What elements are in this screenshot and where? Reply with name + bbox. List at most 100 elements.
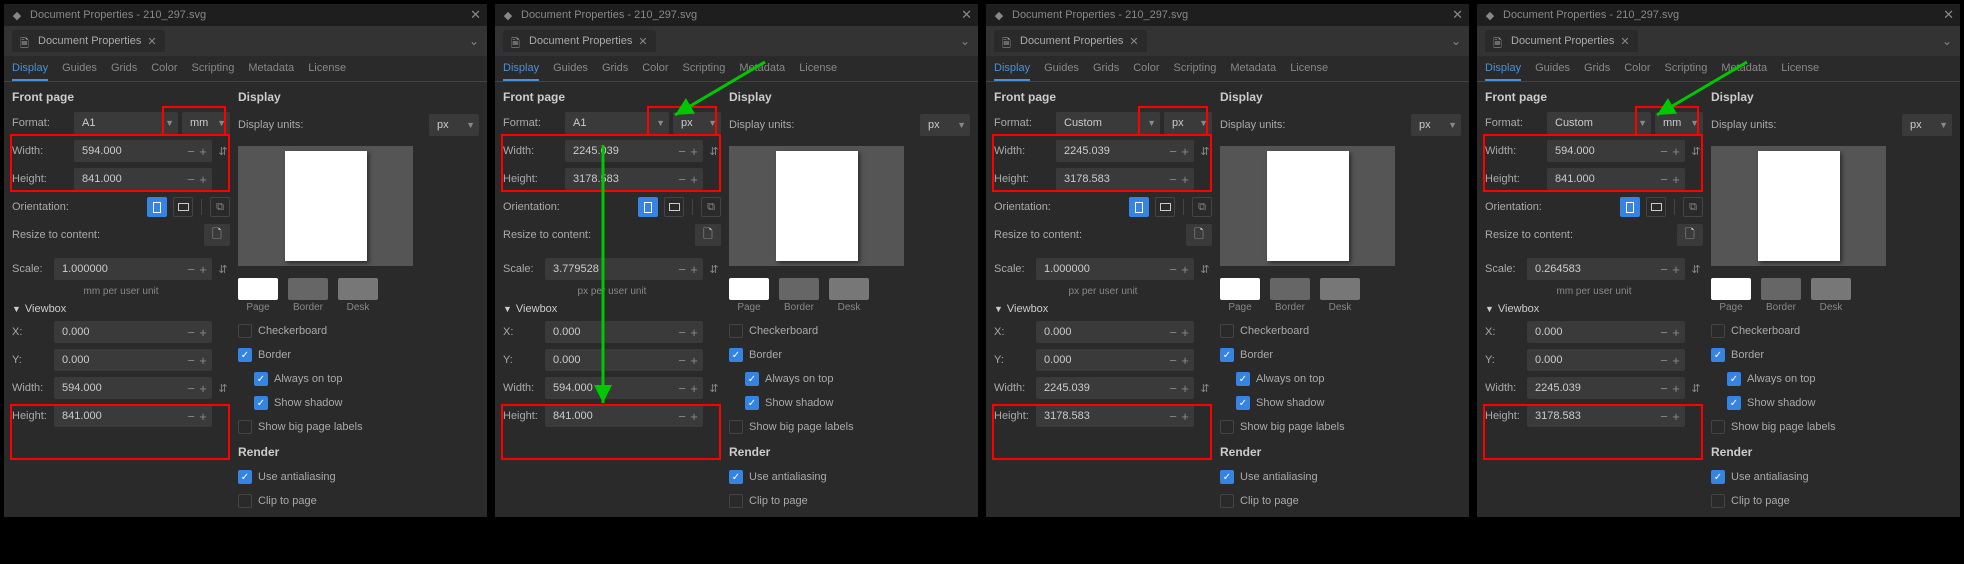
lock-icon[interactable]: ⇵ — [216, 382, 230, 395]
tab-close-icon[interactable]: ✕ — [638, 35, 647, 48]
minus-icon[interactable]: − — [1659, 325, 1669, 340]
tab-grids[interactable]: Grids — [1093, 57, 1119, 81]
minus-icon[interactable]: − — [677, 381, 687, 396]
chevron-down-icon[interactable]: ⌄ — [1451, 34, 1461, 48]
tab-metadata[interactable]: Metadata — [248, 57, 294, 81]
plus-icon[interactable]: + — [198, 325, 208, 340]
tab-guides[interactable]: Guides — [62, 57, 97, 81]
height-input[interactable]: 3178.583−+ — [1056, 168, 1194, 190]
lock-icon[interactable]: ⇵ — [1689, 382, 1703, 395]
orientation-portrait-button[interactable] — [147, 197, 167, 217]
page-color-swatch[interactable] — [238, 278, 278, 300]
plus-icon[interactable]: + — [1671, 381, 1681, 396]
viewbox-width-input[interactable]: 2245.039−+ — [1036, 377, 1194, 399]
border-checkbox[interactable]: ✓ — [729, 348, 743, 362]
chevron-down-icon[interactable]: ⌄ — [469, 34, 479, 48]
minus-icon[interactable]: − — [186, 353, 196, 368]
tab-license[interactable]: License — [799, 57, 837, 81]
viewbox-width-input[interactable]: 594.000−+ — [545, 377, 703, 399]
show-shadow-checkbox[interactable]: ✓ — [745, 396, 759, 410]
viewbox-x-input[interactable]: 0.000−+ — [1527, 321, 1685, 343]
orientation-pages-button[interactable]: ⧉ — [1192, 197, 1212, 217]
checkerboard-checkbox[interactable] — [729, 324, 743, 338]
viewbox-height-input[interactable]: 841.000−+ — [545, 405, 703, 427]
plus-icon[interactable]: + — [689, 353, 699, 368]
minus-icon[interactable]: − — [1168, 172, 1178, 187]
viewbox-header[interactable]: ▼Viewbox — [1485, 303, 1703, 315]
orientation-landscape-button[interactable] — [1646, 197, 1666, 217]
plus-icon[interactable]: + — [198, 409, 208, 424]
show-shadow-checkbox[interactable]: ✓ — [1236, 396, 1250, 410]
plus-icon[interactable]: + — [1180, 353, 1190, 368]
scale-input[interactable]: 1.000000−+ — [1036, 258, 1194, 280]
page-unit-dropdown[interactable]: px▼ — [673, 112, 721, 134]
minus-icon[interactable]: − — [677, 353, 687, 368]
plus-icon[interactable]: + — [1180, 262, 1190, 277]
tab-metadata[interactable]: Metadata — [739, 57, 785, 81]
tab-guides[interactable]: Guides — [1535, 57, 1570, 81]
viewbox-width-input[interactable]: 2245.039−+ — [1527, 377, 1685, 399]
orientation-landscape-button[interactable] — [664, 197, 684, 217]
tab-grids[interactable]: Grids — [111, 57, 137, 81]
chevron-down-icon[interactable]: ⌄ — [1942, 34, 1952, 48]
plus-icon[interactable]: + — [198, 172, 208, 187]
lock-icon[interactable]: ⇵ — [216, 263, 230, 276]
desk-color-swatch[interactable] — [1811, 278, 1851, 300]
always-on-top-checkbox[interactable]: ✓ — [1727, 372, 1741, 386]
border-color-swatch[interactable] — [779, 278, 819, 300]
desk-color-swatch[interactable] — [1320, 278, 1360, 300]
tab-display[interactable]: Display — [994, 57, 1030, 81]
lock-icon[interactable]: ⇵ — [707, 263, 721, 276]
show-big-page-labels-checkbox[interactable] — [1220, 420, 1234, 434]
minus-icon[interactable]: − — [1659, 262, 1669, 277]
lock-icon[interactable]: ⇵ — [1198, 145, 1212, 158]
minus-icon[interactable]: − — [1659, 172, 1669, 187]
checkerboard-checkbox[interactable] — [1220, 324, 1234, 338]
minus-icon[interactable]: − — [1659, 353, 1669, 368]
tab-scripting[interactable]: Scripting — [192, 57, 235, 81]
plus-icon[interactable]: + — [198, 353, 208, 368]
show-shadow-checkbox[interactable]: ✓ — [254, 396, 268, 410]
plus-icon[interactable]: + — [1180, 381, 1190, 396]
minus-icon[interactable]: − — [1168, 325, 1178, 340]
plus-icon[interactable]: + — [1180, 172, 1190, 187]
format-dropdown[interactable]: Custom▼ — [1056, 112, 1160, 134]
minus-icon[interactable]: − — [186, 172, 196, 187]
plus-icon[interactable]: + — [198, 144, 208, 159]
page-unit-dropdown[interactable]: px▼ — [1164, 112, 1212, 134]
resize-to-content-button[interactable]: 🗋 — [1186, 224, 1212, 246]
plus-icon[interactable]: + — [1180, 409, 1190, 424]
tab-metadata[interactable]: Metadata — [1230, 57, 1276, 81]
viewbox-height-input[interactable]: 841.000 −+ — [54, 405, 212, 427]
tab-color[interactable]: Color — [151, 57, 177, 81]
width-input[interactable]: 594.000−+ — [1547, 140, 1685, 162]
dock-tab-document-properties[interactable]: 🗎 Document Properties ✕ — [1485, 30, 1638, 52]
plus-icon[interactable]: + — [1671, 262, 1681, 277]
minus-icon[interactable]: − — [1168, 144, 1178, 159]
orientation-pages-button[interactable]: ⧉ — [701, 197, 721, 217]
page-unit-dropdown[interactable]: mm ▼ — [182, 112, 230, 134]
desk-color-swatch[interactable] — [338, 278, 378, 300]
scale-input[interactable]: 0.264583−+ — [1527, 258, 1685, 280]
tab-scripting[interactable]: Scripting — [683, 57, 726, 81]
tab-license[interactable]: License — [308, 57, 346, 81]
viewbox-height-input[interactable]: 3178.583−+ — [1527, 405, 1685, 427]
width-input[interactable]: 2245.039−+ — [1056, 140, 1194, 162]
use-antialiasing-checkbox[interactable]: ✓ — [238, 470, 252, 484]
lock-icon[interactable]: ⇵ — [1689, 145, 1703, 158]
display-units-dropdown[interactable]: px▼ — [1902, 114, 1952, 136]
plus-icon[interactable]: + — [689, 409, 699, 424]
plus-icon[interactable]: + — [689, 262, 699, 277]
format-dropdown[interactable]: A1▼ — [565, 112, 669, 134]
orientation-pages-button[interactable]: ⧉ — [1683, 197, 1703, 217]
lock-icon[interactable]: ⇵ — [707, 382, 721, 395]
plus-icon[interactable]: + — [1180, 325, 1190, 340]
show-shadow-checkbox[interactable]: ✓ — [1727, 396, 1741, 410]
viewbox-y-input[interactable]: 0.000−+ — [1527, 349, 1685, 371]
close-icon[interactable]: ✕ — [470, 7, 481, 23]
show-big-page-labels-checkbox[interactable] — [238, 420, 252, 434]
dock-tab-document-properties[interactable]: 🗎 Document Properties ✕ — [503, 30, 656, 52]
tab-color[interactable]: Color — [642, 57, 668, 81]
minus-icon[interactable]: − — [1168, 353, 1178, 368]
tab-license[interactable]: License — [1781, 57, 1819, 81]
